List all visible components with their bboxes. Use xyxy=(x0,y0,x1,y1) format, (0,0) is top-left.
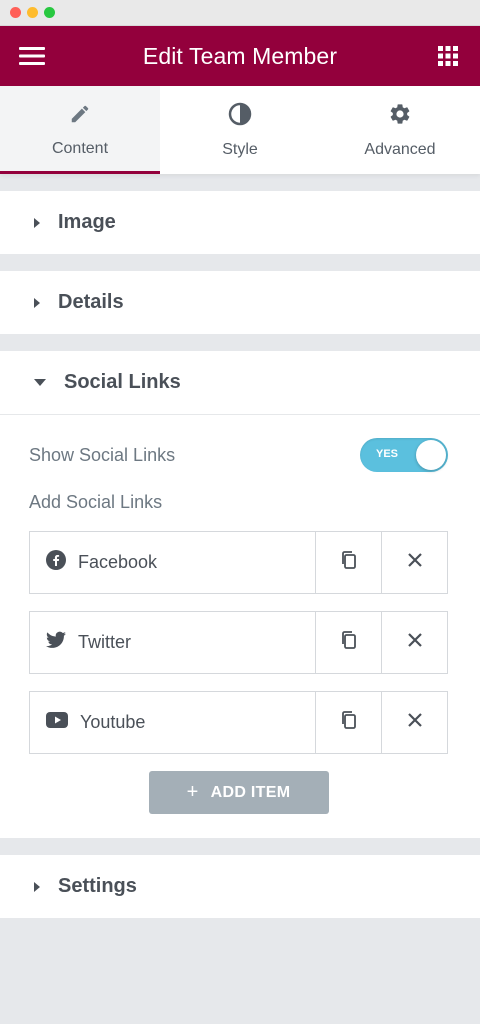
section-details-label: Details xyxy=(58,291,124,313)
tab-style-label: Style xyxy=(222,140,258,158)
show-social-links-label: Show Social Links xyxy=(29,444,176,465)
section-image-header[interactable]: Image xyxy=(0,191,480,254)
close-window-button[interactable] xyxy=(10,7,21,18)
section-settings: Settings xyxy=(0,855,480,918)
list-item: Youtube xyxy=(29,691,448,754)
add-social-links-label: Add Social Links xyxy=(29,491,163,512)
section-image: Image xyxy=(0,191,480,254)
maximize-window-button[interactable] xyxy=(44,7,55,18)
section-social-links-label: Social Links xyxy=(64,371,181,393)
social-links-list: Facebook Twitter Youtube xyxy=(29,531,448,754)
tab-advanced[interactable]: Advanced xyxy=(320,86,480,174)
pencil-icon xyxy=(69,103,91,130)
half-circle-icon xyxy=(228,102,252,131)
section-social-links-header[interactable]: Social Links xyxy=(0,351,480,414)
close-icon xyxy=(407,632,423,653)
window-chrome xyxy=(0,0,480,26)
add-item-button[interactable]: + ADD ITEM xyxy=(148,771,329,814)
duplicate-button[interactable] xyxy=(315,692,381,753)
tab-style[interactable]: Style xyxy=(160,86,320,174)
remove-button[interactable] xyxy=(381,692,447,753)
remove-button[interactable] xyxy=(381,612,447,673)
minimize-window-button[interactable] xyxy=(27,7,38,18)
social-item-label: Youtube xyxy=(80,712,146,732)
tab-content[interactable]: Content xyxy=(0,86,160,174)
remove-button[interactable] xyxy=(381,532,447,593)
tab-content-label: Content xyxy=(51,139,109,157)
social-item-label: Facebook xyxy=(78,552,158,572)
gear-icon xyxy=(388,102,412,131)
toggle-knob xyxy=(416,440,446,470)
social-item-twitter[interactable]: Twitter xyxy=(30,612,315,673)
youtube-icon xyxy=(46,712,68,733)
panel-tabs: Content Style Advanced xyxy=(0,86,480,174)
caret-right-icon xyxy=(34,881,40,892)
close-icon xyxy=(407,552,423,573)
page-title: Edit Team Member xyxy=(142,42,338,69)
show-social-links-toggle[interactable]: YES xyxy=(360,438,448,472)
social-item-facebook[interactable]: Facebook xyxy=(30,532,315,593)
widgets-grid-icon[interactable] xyxy=(432,40,464,72)
caret-right-icon xyxy=(34,297,40,308)
caret-right-icon xyxy=(34,217,40,228)
list-item: Facebook xyxy=(29,531,448,594)
duplicate-button[interactable] xyxy=(315,532,381,593)
copy-icon xyxy=(340,630,358,655)
section-settings-label: Settings xyxy=(58,875,137,897)
duplicate-button[interactable] xyxy=(315,612,381,673)
show-social-links-row: Show Social Links YES xyxy=(29,435,448,475)
social-item-youtube[interactable]: Youtube xyxy=(30,692,315,753)
caret-down-icon xyxy=(34,379,46,386)
section-settings-header[interactable]: Settings xyxy=(0,855,480,918)
facebook-icon xyxy=(46,550,66,575)
add-item-label: ADD ITEM xyxy=(210,783,291,801)
copy-icon xyxy=(340,550,358,575)
toggle-yes-label: YES xyxy=(376,448,399,460)
section-details: Details xyxy=(0,271,480,334)
hamburger-menu-icon[interactable] xyxy=(16,40,48,72)
close-icon xyxy=(407,712,423,733)
twitter-icon xyxy=(46,631,66,654)
list-item: Twitter xyxy=(29,611,448,674)
social-links-body: Show Social Links YES Add Social Links F… xyxy=(0,414,480,838)
panel-header: Edit Team Member xyxy=(0,26,480,86)
copy-icon xyxy=(340,710,358,735)
section-details-header[interactable]: Details xyxy=(0,271,480,334)
section-social-links: Social Links Show Social Links YES Add S… xyxy=(0,351,480,838)
tab-advanced-label: Advanced xyxy=(364,140,436,158)
section-image-label: Image xyxy=(58,211,116,233)
plus-icon: + xyxy=(186,781,199,803)
social-item-label: Twitter xyxy=(78,632,132,652)
